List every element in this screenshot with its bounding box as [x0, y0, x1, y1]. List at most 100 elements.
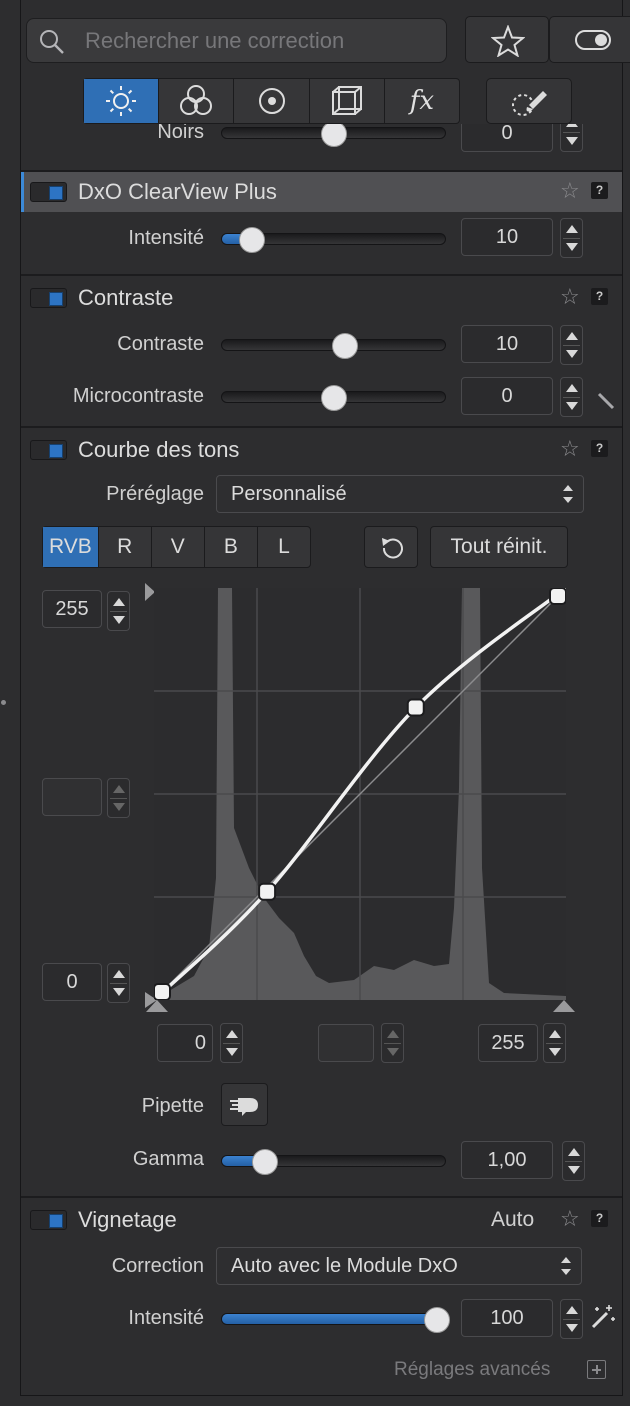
vignetting-header[interactable]: Vignetage Auto ☆ ?	[21, 1200, 622, 1240]
curve-control-point[interactable]	[406, 698, 425, 717]
pencil-icon[interactable]	[596, 391, 616, 411]
curve-control-point[interactable]	[154, 983, 171, 1000]
channel-b[interactable]: B	[205, 527, 258, 567]
fx-icon: fx	[409, 86, 435, 116]
star-outline-icon[interactable]: ☆	[560, 436, 580, 462]
clearview-header[interactable]: DxO ClearView Plus ☆ ?	[21, 172, 622, 212]
channel-rgb[interactable]: RVB	[43, 527, 99, 567]
clearview-toggle[interactable]	[30, 182, 67, 202]
input-point-value[interactable]	[318, 1024, 374, 1062]
undo-arrow-icon	[382, 538, 403, 559]
tab-color[interactable]	[159, 79, 235, 123]
output-max-value[interactable]: 255	[42, 590, 102, 628]
resize-handle[interactable]	[1, 700, 6, 705]
before-after-toggle-button[interactable]	[549, 16, 630, 63]
star-outline-icon[interactable]: ☆	[560, 178, 580, 204]
blacks-slider-knob[interactable]	[321, 124, 347, 147]
detail-dot-icon	[258, 88, 285, 114]
contrast-slider-knob[interactable]	[332, 333, 358, 359]
favorites-button[interactable]	[465, 16, 549, 63]
advanced-settings-link[interactable]: Réglages avancés	[394, 1359, 550, 1381]
clearview-intensity-knob[interactable]	[239, 227, 265, 253]
help-icon[interactable]: ?	[591, 288, 608, 305]
contrast-header[interactable]: Contraste ☆ ?	[21, 278, 622, 318]
tab-light[interactable]	[84, 79, 160, 123]
vignetting-intensity-stepper[interactable]	[560, 1299, 583, 1339]
input-max-stepper[interactable]	[543, 1023, 566, 1063]
tone-curve-graph[interactable]	[154, 588, 566, 1000]
input-min-value[interactable]: 0	[157, 1024, 213, 1062]
contrast-value[interactable]: 10	[461, 325, 553, 363]
tonecurve-toggle[interactable]	[30, 440, 67, 460]
color-circles-icon	[180, 85, 213, 115]
input-min-marker-icon[interactable]	[146, 1000, 168, 1012]
microcontrast-slider-knob[interactable]	[321, 385, 347, 411]
correction-select[interactable]: Auto avec le Module DxO	[216, 1247, 582, 1285]
gamma-slider[interactable]	[221, 1149, 446, 1175]
input-max-marker-icon[interactable]	[553, 1000, 575, 1012]
channel-selector: RVB R V B L	[42, 526, 311, 568]
gamma-value[interactable]: 1,00	[461, 1141, 553, 1179]
preset-label: Préréglage	[106, 483, 204, 505]
gamma-stepper[interactable]	[562, 1141, 585, 1181]
blacks-stepper[interactable]	[560, 124, 583, 152]
clearview-intensity-label: Intensité	[128, 227, 204, 249]
contrast-slider[interactable]	[221, 333, 446, 359]
channel-r[interactable]: R	[99, 527, 152, 567]
output-point-value[interactable]	[42, 778, 102, 816]
clearview-intensity-value[interactable]: 10	[461, 218, 553, 256]
clearview-intensity-slider[interactable]	[221, 227, 446, 253]
vignetting-intensity-value[interactable]: 100	[461, 1299, 553, 1337]
channel-l[interactable]: L	[258, 527, 310, 567]
output-point-stepper[interactable]	[107, 778, 130, 818]
updown-arrows-icon	[561, 1256, 571, 1276]
plus-box-icon[interactable]	[587, 1360, 606, 1379]
tonecurve-title: Courbe des tons	[78, 437, 240, 462]
tab-detail[interactable]	[234, 79, 310, 123]
reset-channel-button[interactable]	[364, 526, 418, 568]
microcontrast-slider[interactable]	[221, 385, 446, 411]
star-outline-icon[interactable]: ☆	[560, 284, 580, 310]
updown-arrows-icon	[563, 484, 573, 504]
search-input[interactable]	[85, 28, 425, 54]
clearview-intensity-stepper[interactable]	[560, 218, 583, 258]
contrast-stepper[interactable]	[560, 325, 583, 365]
output-min-value[interactable]: 0	[42, 963, 102, 1001]
geometry-cube-icon	[331, 86, 362, 115]
contrast-toggle[interactable]	[30, 288, 67, 308]
contrast-title: Contraste	[78, 285, 174, 310]
preset-select[interactable]: Personnalisé	[216, 475, 584, 513]
blacks-slider[interactable]	[221, 124, 446, 147]
search-box[interactable]	[26, 18, 447, 63]
toggle-switch-icon	[575, 30, 611, 50]
vignetting-title: Vignetage	[78, 1207, 177, 1232]
output-max-stepper[interactable]	[107, 591, 130, 631]
blacks-value[interactable]: 0	[461, 124, 553, 152]
help-icon[interactable]: ?	[591, 1210, 608, 1227]
tonecurve-header[interactable]: Courbe des tons ☆ ?	[21, 430, 622, 470]
local-adjustments-button[interactable]	[486, 78, 572, 124]
microcontrast-stepper[interactable]	[560, 377, 583, 417]
vignetting-intensity-slider[interactable]	[221, 1307, 450, 1333]
input-min-stepper[interactable]	[220, 1023, 243, 1063]
input-point-stepper[interactable]	[381, 1023, 404, 1063]
microcontrast-value[interactable]: 0	[461, 377, 553, 415]
tab-geometry[interactable]	[310, 79, 385, 123]
curve-control-point[interactable]	[258, 882, 277, 901]
output-min-stepper[interactable]	[107, 963, 130, 1003]
input-max-value[interactable]: 255	[478, 1024, 538, 1062]
gamma-slider-knob[interactable]	[252, 1149, 278, 1175]
channel-v[interactable]: V	[152, 527, 205, 567]
search-icon	[40, 30, 64, 54]
pipette-label: Pipette	[141, 1095, 204, 1117]
vignetting-intensity-knob[interactable]	[424, 1307, 450, 1333]
help-icon[interactable]: ?	[591, 182, 608, 199]
tab-effects[interactable]: fx	[385, 79, 459, 123]
star-outline-icon[interactable]: ☆	[560, 1206, 580, 1232]
help-icon[interactable]: ?	[591, 440, 608, 457]
curve-control-point[interactable]	[549, 588, 566, 605]
vignetting-toggle[interactable]	[30, 1210, 67, 1230]
reset-all-button[interactable]: Tout réinit.	[430, 526, 568, 568]
pipette-button[interactable]	[221, 1083, 268, 1126]
magic-wand-icon[interactable]	[589, 1303, 617, 1331]
